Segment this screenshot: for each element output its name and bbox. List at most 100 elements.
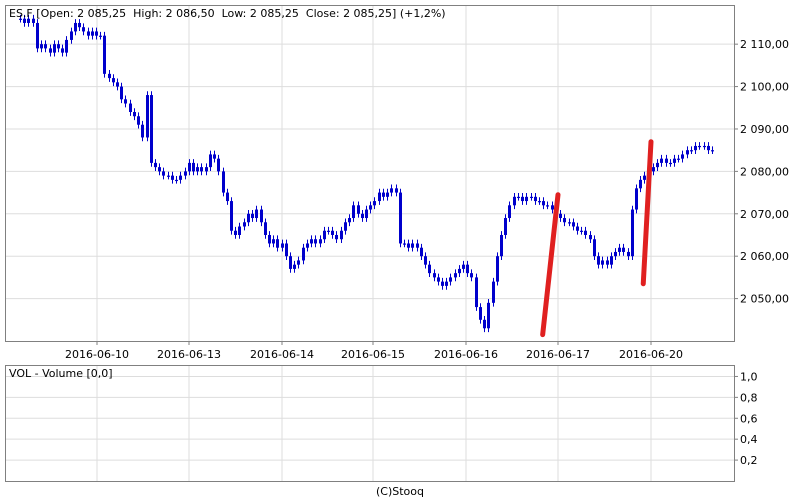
candle-body: [319, 239, 322, 244]
volume-title: VOL - Volume [0,0]: [9, 367, 113, 380]
candle-body: [57, 44, 60, 49]
candle-body: [677, 158, 680, 160]
candle-body: [234, 230, 237, 235]
candle-body: [386, 192, 389, 197]
candle-body: [61, 48, 64, 53]
change-value: (+1,2%): [399, 7, 446, 20]
price-xtick-label: 2016-06-13: [157, 348, 221, 361]
candle-body: [344, 222, 347, 231]
candle-body: [361, 213, 364, 219]
volume-ytick-label: 0,2: [740, 454, 758, 467]
candle-body: [433, 273, 436, 278]
candle-body: [65, 39, 68, 53]
candle-body: [382, 192, 385, 197]
candle-body: [534, 196, 537, 202]
candle-body: [260, 209, 263, 223]
candle-body: [150, 95, 153, 163]
volume-ytick-label: 0,4: [740, 433, 758, 446]
candle-body: [606, 260, 609, 265]
candle-body: [458, 268, 461, 274]
candle-body: [707, 145, 710, 151]
candle-body: [496, 256, 499, 282]
candle-body: [327, 230, 330, 232]
candle-body: [424, 256, 427, 265]
candle-body: [437, 277, 440, 282]
candle-body: [551, 205, 554, 210]
candle-body: [597, 256, 600, 265]
candle-body: [593, 239, 596, 257]
price-xtick-label: 2016-06-10: [65, 348, 129, 361]
candle-body: [639, 179, 642, 189]
candle-body: [264, 222, 267, 235]
candle-body: [703, 145, 706, 148]
price-header: ES.F [Open: 2 085,25 High: 2 086,50 Low:…: [9, 7, 446, 20]
candle-body: [141, 124, 144, 138]
candle-body: [247, 213, 250, 223]
candle-body: [462, 264, 465, 269]
candle-body: [53, 44, 56, 53]
candle-body: [669, 162, 672, 165]
candle-body: [323, 230, 326, 240]
candle-body: [538, 201, 541, 203]
candle-body: [179, 175, 182, 180]
candle-body: [91, 31, 94, 36]
candle-body: [314, 239, 317, 244]
candle-body: [466, 264, 469, 274]
candle-body: [162, 171, 165, 176]
candle-body: [614, 251, 617, 257]
candle-body: [546, 205, 549, 207]
candle-body: [36, 22, 39, 49]
candle-body: [251, 213, 254, 219]
candle-body: [487, 302, 490, 329]
price-y-axis: 2 050,00 2 060,00 2 070,00 2 080,00 2 090,00…: [734, 38, 789, 306]
candle-body: [285, 243, 288, 257]
candle-body: [411, 243, 414, 248]
candle-body: [154, 162, 157, 168]
candle-body: [70, 31, 73, 40]
volume-panel-frame: [5, 365, 735, 482]
candle-body: [137, 116, 140, 125]
candle-body: [87, 31, 90, 36]
candle-body: [610, 256, 613, 265]
candle-body: [331, 230, 334, 235]
high-label: High:: [133, 7, 163, 20]
candle-body: [340, 230, 343, 240]
candle-body: [213, 154, 216, 159]
candle-body: [348, 218, 351, 223]
candle-body: [403, 243, 406, 245]
candle-body: [601, 260, 604, 265]
candle-body: [492, 281, 495, 303]
candle-body: [40, 44, 43, 49]
candle-body: [82, 27, 85, 32]
price-x-axis: 2016-06-10 2016-06-13 2016-06-14 2016-06-15…: [65, 341, 683, 361]
candle-body: [158, 167, 161, 172]
candle-body: [276, 239, 279, 248]
candle-body: [631, 209, 634, 257]
candle-body: [103, 35, 106, 74]
candle-body: [652, 167, 655, 172]
candle-body: [268, 234, 271, 244]
candle-body: [449, 277, 452, 282]
candle-body: [698, 145, 701, 148]
low-value: 2 085,25: [249, 7, 299, 20]
candle-body: [310, 239, 313, 244]
candle-body: [243, 222, 246, 227]
candle-body: [378, 192, 381, 202]
volume-ytick-label: 1,0: [740, 370, 758, 383]
candle-body: [272, 239, 275, 244]
candle-body: [171, 175, 174, 180]
price-xtick-label: 2016-06-16: [434, 348, 498, 361]
footer-credit: (C)Stooq: [375, 485, 424, 498]
open-label: Open:: [40, 7, 74, 20]
candle-body: [116, 82, 119, 87]
candle-body: [673, 158, 676, 163]
candle-body: [369, 205, 372, 210]
candle-body: [690, 150, 693, 152]
candle-body: [622, 247, 625, 252]
candle-body: [112, 78, 115, 83]
candle-body: [230, 201, 233, 231]
candle-body: [694, 145, 697, 151]
candle-body: [200, 167, 203, 172]
price-ytick-label: 2 110,00: [740, 38, 789, 51]
candle-body: [390, 188, 393, 193]
